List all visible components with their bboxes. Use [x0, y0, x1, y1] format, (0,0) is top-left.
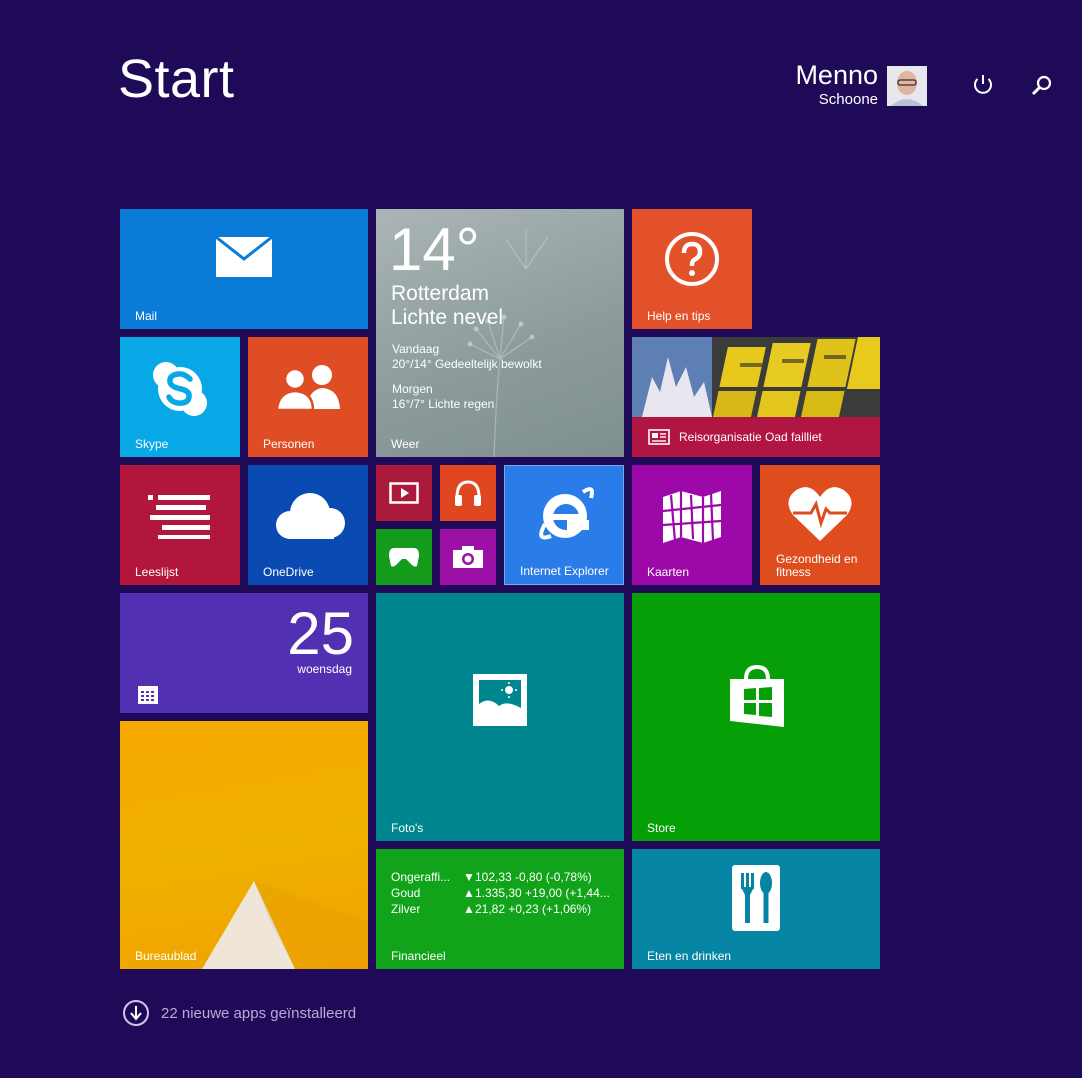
cloud-icon: [270, 491, 350, 546]
headphones-icon: [440, 465, 496, 521]
calendar-weekday: woensdag: [297, 662, 352, 676]
finance-row: Zilver ▲21,82 +0,23 (+1,06%): [391, 902, 592, 916]
tile-leeslijst[interactable]: Leeslijst: [120, 465, 240, 585]
tile-weather[interactable]: 14° Rotterdam Lichte nevel Vandaag 20°/1…: [376, 209, 624, 457]
tile-bureaublad[interactable]: Bureaublad: [120, 721, 368, 969]
camera-icon: [440, 529, 496, 585]
tile-gezondheid[interactable]: Gezondheid en fitness: [760, 465, 880, 585]
user-last-name: Schoone: [818, 91, 878, 108]
weather-tomorrow-forecast: 16°/7° Lichte regen: [392, 397, 495, 411]
user-first-name: Menno: [795, 60, 878, 90]
tile-fotos[interactable]: Foto's: [376, 593, 624, 841]
news-photo: [632, 337, 880, 417]
tile-label: Leeslijst: [135, 565, 179, 579]
tile-label: Help en tips: [647, 309, 711, 323]
internet-explorer-icon: [533, 484, 597, 551]
weather-city: Rotterdam: [391, 282, 490, 305]
calendar-icon: [138, 686, 158, 709]
tile-label: Internet Explorer: [520, 564, 609, 578]
search-icon[interactable]: [1027, 70, 1057, 100]
avatar[interactable]: [887, 66, 927, 106]
tile-onedrive[interactable]: OneDrive: [248, 465, 368, 585]
tile-label: Mail: [135, 309, 158, 323]
tile-kaarten[interactable]: Kaarten: [632, 465, 752, 585]
tile-camera[interactable]: [440, 529, 496, 585]
calendar-day: 25: [287, 600, 354, 667]
tile-label: Personen: [263, 437, 315, 451]
tile-nieuws[interactable]: Reisorganisatie Oad failliet: [632, 337, 880, 457]
tile-label: Gezondheid en fitness: [776, 552, 858, 579]
tile-label: Bureaublad: [135, 949, 197, 963]
arrow-down-icon: ▼: [463, 870, 475, 884]
people-icon: [275, 364, 341, 415]
weather-tomorrow-label: Morgen: [392, 382, 433, 396]
new-apps-notification[interactable]: 22 nieuwe apps geïnstalleerd: [123, 1000, 356, 1026]
tile-label: Skype: [135, 437, 169, 451]
finance-row: Goud ▲1.335,30 +19,00 (+1,44...: [391, 886, 610, 900]
weather-today-label: Vandaag: [392, 342, 440, 356]
tile-mail[interactable]: Mail: [120, 209, 368, 329]
tile-video[interactable]: [376, 465, 432, 521]
food-icon: [732, 865, 780, 936]
page-title: Start: [118, 49, 235, 109]
photo-icon: [473, 674, 527, 731]
tile-help[interactable]: Help en tips: [632, 209, 752, 329]
tile-personen[interactable]: Personen: [248, 337, 368, 457]
tile-games[interactable]: [376, 529, 432, 585]
user-account[interactable]: Menno Schoone: [795, 60, 878, 110]
tile-eten[interactable]: Eten en drinken: [632, 849, 880, 969]
tile-internet-explorer[interactable]: Internet Explorer: [504, 465, 624, 585]
tile-financieel[interactable]: Ongeraffi... ▼102,33 -0,80 (-0,78%) Goud ▲…: [376, 849, 624, 969]
new-apps-text: 22 nieuwe apps geïnstalleerd: [161, 1004, 357, 1022]
tile-skype[interactable]: Skype: [120, 337, 240, 457]
tile-label: Store: [647, 821, 676, 835]
power-icon[interactable]: [968, 70, 998, 100]
desktop-wallpaper: [202, 881, 368, 969]
tile-label: Weer: [391, 437, 420, 451]
tile-label: Foto's: [391, 821, 424, 835]
skype-icon: [150, 359, 210, 424]
tile-label: Eten en drinken: [647, 949, 732, 963]
finance-row: Ongeraffi... ▼102,33 -0,80 (-0,78%): [391, 870, 592, 884]
video-icon: [376, 465, 432, 521]
gamepad-icon: [376, 529, 432, 585]
map-icon: [661, 491, 723, 548]
newspaper-icon: [648, 429, 670, 450]
weather-temperature: 14°: [389, 216, 480, 283]
mail-icon: [215, 235, 273, 282]
tile-agenda[interactable]: 25 woensdag: [120, 593, 368, 713]
arrow-down-circle-icon[interactable]: [123, 1000, 149, 1026]
question-icon: [664, 231, 720, 292]
heart-icon: [787, 485, 853, 548]
weather-condition: Lichte nevel: [391, 306, 504, 329]
tile-label: Financieel: [391, 949, 446, 963]
reading-list-icon: [148, 493, 212, 544]
news-headline: Reisorganisatie Oad failliet: [679, 430, 822, 444]
tile-label: OneDrive: [263, 565, 314, 579]
tile-store[interactable]: Store: [632, 593, 880, 841]
store-icon: [728, 664, 786, 734]
tile-label: Kaarten: [647, 565, 690, 579]
weather-today-forecast: 20°/14° Gedeeltelijk bewolkt: [392, 357, 542, 371]
tile-muziek[interactable]: [440, 465, 496, 521]
arrow-up-icon: ▲: [463, 902, 475, 916]
arrow-up-icon: ▲: [463, 886, 475, 900]
